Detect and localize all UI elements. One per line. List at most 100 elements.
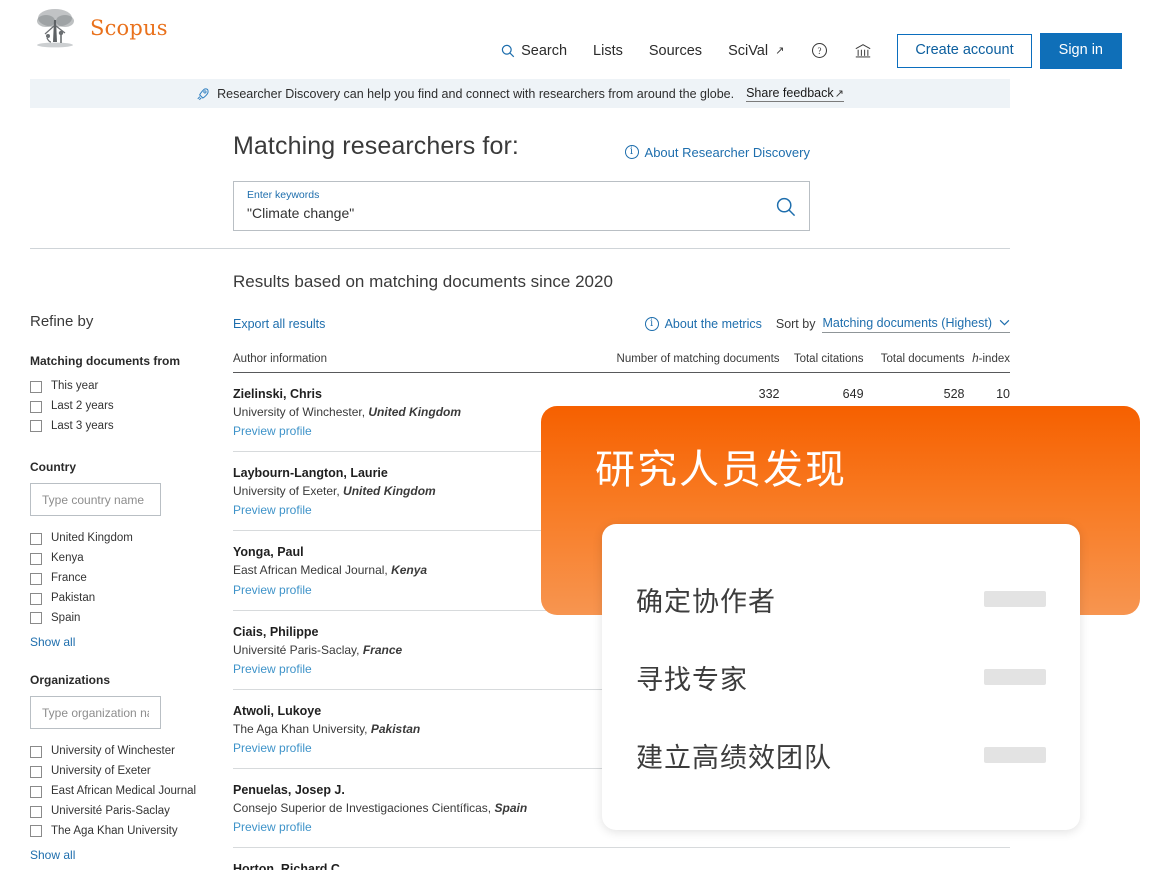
refine-sidebar: Refine by Matching documents from This y… bbox=[30, 313, 210, 870]
checkbox-box[interactable] bbox=[30, 420, 42, 433]
facet-organizations: Organizations University of Winchester U… bbox=[30, 673, 210, 862]
preview-profile-link[interactable]: Preview profile bbox=[233, 820, 312, 834]
checkbox-pakistan[interactable]: Pakistan bbox=[30, 589, 210, 609]
nav-search[interactable]: Search bbox=[501, 36, 580, 66]
organizations-show-all-link[interactable]: Show all bbox=[30, 848, 75, 862]
promo-feature-list-card: 确定协作者 寻找专家 建立高绩效团队 bbox=[602, 524, 1080, 830]
share-feedback-label: Share feedback bbox=[746, 85, 834, 100]
search-field[interactable]: Enter keywords "Climate change" bbox=[233, 181, 810, 231]
checkbox-label: This year bbox=[51, 380, 99, 392]
checkbox-universite-paris-saclay[interactable]: Université Paris-Saclay bbox=[30, 802, 210, 822]
checkbox-spain[interactable]: Spain bbox=[30, 609, 210, 629]
checkbox-box[interactable] bbox=[30, 553, 42, 566]
checkbox-box[interactable] bbox=[30, 400, 42, 413]
promo-placeholder-bar bbox=[984, 591, 1046, 607]
preview-profile-link[interactable]: Preview profile bbox=[233, 424, 312, 438]
institution-button[interactable] bbox=[848, 36, 878, 66]
preview-profile-link[interactable]: Preview profile bbox=[233, 662, 312, 676]
checkbox-box[interactable] bbox=[30, 592, 42, 605]
checkbox-box[interactable] bbox=[30, 825, 42, 838]
author-name: Zielinski, Chris bbox=[233, 387, 322, 401]
author-name: Atwoli, Lukoye bbox=[233, 703, 322, 718]
author-affiliation: Université Paris-Saclay, France bbox=[233, 642, 583, 658]
promo-feature-item[interactable]: 建立高绩效团队 bbox=[636, 716, 1046, 794]
author-cell: Horton, Richard C. The Lancet, United Ki… bbox=[233, 848, 583, 870]
country-show-all-link[interactable]: Show all bbox=[30, 635, 75, 649]
checkbox-box[interactable] bbox=[30, 380, 42, 393]
banner-text: Researcher Discovery can help you find a… bbox=[217, 86, 735, 101]
sort-dropdown[interactable]: Matching documents (Highest) bbox=[822, 316, 1010, 333]
affiliation-country: France bbox=[362, 642, 403, 657]
checkbox-box[interactable] bbox=[30, 572, 42, 585]
checkbox-box[interactable] bbox=[30, 805, 42, 818]
checkbox-university-of-exeter[interactable]: University of Exeter bbox=[30, 762, 210, 782]
main-navigation: Search Lists Sources SciVal ↗ ? Create a… bbox=[501, 33, 1122, 69]
checkbox-east-african-medical-journal[interactable]: East African Medical Journal bbox=[30, 782, 210, 802]
share-feedback-link[interactable]: Share feedback↗ bbox=[746, 86, 844, 102]
question-mark-circle-icon: ? bbox=[811, 43, 827, 59]
checkbox-box[interactable] bbox=[30, 533, 42, 546]
help-button[interactable]: ? bbox=[804, 36, 834, 66]
nav-scival[interactable]: SciVal ↗ bbox=[715, 36, 797, 66]
about-researcher-discovery-link[interactable]: i About Researcher Discovery bbox=[624, 144, 810, 160]
author-affiliation: The Aga Khan University, Pakistan bbox=[233, 721, 583, 737]
brand-name: Scopus bbox=[90, 16, 168, 40]
refine-by-title: Refine by bbox=[30, 313, 94, 330]
affiliation-country: Pakistan bbox=[370, 721, 421, 736]
checkbox-box[interactable] bbox=[30, 612, 42, 625]
checkbox-the-aga-khan-university[interactable]: The Aga Khan University bbox=[30, 822, 210, 842]
author-cell: Atwoli, Lukoye The Aga Khan University, … bbox=[233, 689, 583, 769]
checkbox-france[interactable]: France bbox=[30, 569, 210, 589]
promo-feature-label: 确定协作者 bbox=[636, 586, 776, 618]
export-all-results-link[interactable]: Export all results bbox=[233, 317, 325, 331]
about-the-metrics-link[interactable]: i About the metrics bbox=[644, 317, 762, 331]
affiliation-country: Kenya bbox=[391, 563, 428, 578]
promo-feature-item[interactable]: 确定协作者 bbox=[636, 560, 1046, 638]
country-filter-input[interactable] bbox=[30, 483, 161, 517]
col-matching-documents: Number of matching documents bbox=[583, 353, 780, 373]
results-toolbar: Export all results i About the metrics S… bbox=[233, 313, 1010, 335]
sign-in-button[interactable]: Sign in bbox=[1039, 33, 1122, 69]
nav-lists-label: Lists bbox=[593, 42, 623, 59]
nav-sources[interactable]: Sources bbox=[636, 36, 715, 66]
total-documents-value bbox=[864, 848, 965, 870]
checkbox-united-kingdom[interactable]: United Kingdom bbox=[30, 529, 210, 549]
nav-scival-label: SciVal bbox=[728, 42, 769, 59]
affiliation-text: Université Paris-Saclay, bbox=[233, 642, 363, 657]
checkbox-this-year[interactable]: This year bbox=[30, 377, 210, 397]
checkbox-last-2-years[interactable]: Last 2 years bbox=[30, 397, 210, 417]
info-circle-icon: i bbox=[644, 317, 659, 331]
checkbox-last-3-years[interactable]: Last 3 years bbox=[30, 417, 210, 437]
search-icon bbox=[501, 44, 515, 58]
brand[interactable]: Scopus bbox=[32, 6, 168, 50]
promo-title: 研究人员发现 bbox=[595, 447, 847, 493]
preview-profile-link[interactable]: Preview profile bbox=[233, 741, 312, 755]
nav-lists[interactable]: Lists bbox=[580, 36, 636, 66]
search-submit-icon[interactable] bbox=[775, 196, 797, 218]
checkbox-label: United Kingdom bbox=[51, 532, 133, 545]
sort-dropdown-value: Matching documents (Highest) bbox=[822, 315, 992, 330]
organization-filter-input[interactable] bbox=[30, 696, 161, 730]
checkbox-kenya[interactable]: Kenya bbox=[30, 549, 210, 569]
affiliation-text: University of Winchester, bbox=[233, 405, 369, 419]
checkbox-box[interactable] bbox=[30, 766, 42, 779]
about-link-label: About Researcher Discovery bbox=[644, 144, 810, 160]
author-cell: Zielinski, Chris University of Wincheste… bbox=[233, 372, 583, 453]
results-heading: Results based on matching documents sinc… bbox=[233, 272, 613, 291]
promo-feature-item[interactable]: 寻找专家 bbox=[636, 638, 1046, 716]
checkbox-box[interactable] bbox=[30, 785, 42, 798]
preview-profile-link[interactable]: Preview profile bbox=[233, 583, 312, 597]
facet-title: Matching documents from bbox=[30, 354, 181, 368]
checkbox-university-of-winchester[interactable]: University of Winchester bbox=[30, 742, 210, 762]
author-name: Yonga, Paul bbox=[233, 545, 304, 560]
preview-profile-link[interactable]: Preview profile bbox=[233, 503, 312, 517]
checkbox-box[interactable] bbox=[30, 746, 42, 759]
create-account-button[interactable]: Create account bbox=[897, 34, 1032, 68]
site-header: Scopus Search Lists Sources SciVal ↗ ? C… bbox=[0, 0, 1160, 76]
affiliation-text: East African Medical Journal, bbox=[233, 563, 392, 578]
checkbox-label: University of Winchester bbox=[51, 745, 175, 758]
author-cell: Yonga, Paul East African Medical Journal… bbox=[233, 530, 583, 611]
checkbox-label: University of Exeter bbox=[51, 765, 151, 778]
sort-control: Sort by Matching documents (Highest) bbox=[776, 316, 1010, 333]
matching-documents-value[interactable] bbox=[583, 848, 780, 870]
